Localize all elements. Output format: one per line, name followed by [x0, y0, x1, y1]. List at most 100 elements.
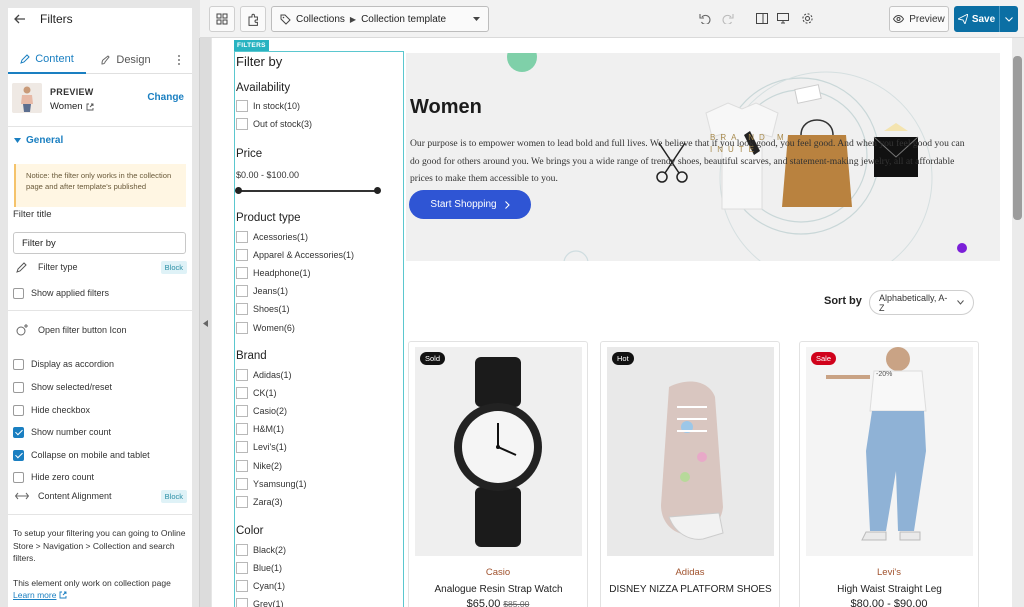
- price-slider-track[interactable]: [235, 187, 381, 194]
- filter-checkbox[interactable]: [236, 477, 248, 490]
- product-name[interactable]: Analogue Resin Strap Watch: [415, 583, 582, 596]
- price-min-handle[interactable]: [235, 187, 242, 194]
- checkbox[interactable]: [13, 358, 24, 370]
- preview-button[interactable]: Preview: [889, 6, 949, 32]
- product-name[interactable]: DISNEY NIZZA PLATFORM SHOES: [607, 583, 774, 596]
- start-shopping-button[interactable]: Start Shopping: [409, 190, 531, 219]
- filter-checkbox[interactable]: [236, 99, 248, 112]
- filter-checkbox[interactable]: [236, 266, 248, 279]
- product-type-heading[interactable]: Product type: [236, 212, 301, 224]
- filter-option[interactable]: Levi's(1): [236, 441, 287, 454]
- tab-design[interactable]: Design: [86, 46, 166, 74]
- filter-option[interactable]: H&M(1): [236, 423, 284, 436]
- filter-checkbox[interactable]: [236, 598, 248, 607]
- filter-checkbox[interactable]: [236, 321, 248, 334]
- checkbox[interactable]: [13, 449, 24, 461]
- section-general-toggle[interactable]: General: [14, 135, 63, 146]
- option-checkbox-row[interactable]: Display as accordion: [13, 356, 187, 372]
- content-alignment-row[interactable]: Content Alignment Block: [13, 488, 187, 504]
- filter-checkbox[interactable]: [236, 579, 248, 592]
- filter-option[interactable]: Apparel & Accessories(1): [236, 248, 354, 261]
- filter-option[interactable]: Jeans(1): [236, 285, 288, 298]
- filter-checkbox[interactable]: [236, 459, 248, 472]
- open-filter-icon-row[interactable]: Open filter button Icon: [13, 322, 187, 338]
- product-name[interactable]: High Waist Straight Leg: [806, 583, 973, 596]
- layout-grid-button[interactable]: [209, 6, 235, 32]
- color-heading[interactable]: Color: [236, 525, 263, 537]
- filter-option[interactable]: Ysamsung(1): [236, 477, 307, 490]
- checkbox[interactable]: [13, 471, 24, 483]
- product-card[interactable]: Hot Adidas DISNEY NIZZA PLATFORM SHOES: [600, 341, 780, 607]
- product-image[interactable]: [806, 347, 973, 556]
- filter-option[interactable]: Blue(1): [236, 561, 282, 574]
- tab-content[interactable]: Content: [8, 46, 86, 74]
- undo-icon[interactable]: [699, 13, 711, 24]
- filter-checkbox[interactable]: [236, 386, 248, 399]
- filter-option[interactable]: Zara(3): [236, 495, 283, 508]
- filter-option[interactable]: Out of stock(3): [236, 118, 312, 131]
- option-checkbox-row[interactable]: Show number count: [13, 424, 187, 440]
- show-applied-filters-checkbox[interactable]: Show applied filters: [13, 285, 187, 301]
- collapse-panel-handle[interactable]: [199, 38, 211, 607]
- gear-icon[interactable]: [801, 12, 814, 25]
- filter-checkbox[interactable]: [236, 543, 248, 556]
- filter-checkbox[interactable]: [236, 423, 248, 436]
- filter-option[interactable]: Cyan(1): [236, 579, 285, 592]
- redo-icon[interactable]: [722, 13, 734, 24]
- filter-option[interactable]: Headphone(1): [236, 266, 311, 279]
- product-card[interactable]: Sale -20% Levi's High Waist Straight Leg…: [799, 341, 979, 607]
- desktop-view-icon[interactable]: [777, 13, 789, 24]
- price-heading[interactable]: Price: [236, 148, 262, 160]
- price-max-handle[interactable]: [374, 187, 381, 194]
- filter-checkbox[interactable]: [236, 285, 248, 298]
- filter-checkbox[interactable]: [236, 118, 248, 130]
- filter-checkbox[interactable]: [236, 303, 248, 316]
- filter-option[interactable]: Women(6): [236, 321, 295, 334]
- product-brand[interactable]: Casio: [409, 567, 587, 578]
- filter-title-input[interactable]: Filter by: [13, 232, 186, 254]
- filter-option[interactable]: Adidas(1): [236, 368, 292, 381]
- filter-checkbox[interactable]: [236, 368, 248, 381]
- option-checkbox-row[interactable]: Hide zero count: [13, 469, 187, 485]
- save-options-dropdown[interactable]: [1000, 16, 1018, 22]
- sort-select[interactable]: Alphabetically, A-Z: [869, 290, 974, 315]
- checkbox[interactable]: [13, 287, 24, 299]
- change-button[interactable]: Change: [147, 92, 184, 103]
- filter-option[interactable]: Casio(2): [236, 404, 287, 417]
- filter-option[interactable]: CK(1): [236, 386, 277, 399]
- option-checkbox-row[interactable]: Show selected/reset: [13, 379, 187, 395]
- option-checkbox-row[interactable]: Collapse on mobile and tablet: [13, 447, 187, 463]
- brand-heading[interactable]: Brand: [236, 350, 267, 362]
- puzzle-button[interactable]: [240, 6, 266, 32]
- checkbox[interactable]: [13, 381, 24, 393]
- filter-option[interactable]: Grey(1): [236, 598, 284, 607]
- product-image[interactable]: [415, 347, 582, 556]
- filter-option[interactable]: Nike(2): [236, 459, 282, 472]
- checkbox[interactable]: [13, 404, 24, 416]
- filter-checkbox[interactable]: [236, 404, 248, 417]
- filter-option[interactable]: Acessories(1): [236, 230, 308, 243]
- filter-checkbox[interactable]: [236, 248, 248, 261]
- filter-option[interactable]: Shoes(1): [236, 303, 290, 316]
- filter-checkbox[interactable]: [236, 561, 248, 574]
- availability-heading[interactable]: Availability: [236, 82, 290, 94]
- preview-value[interactable]: Women: [50, 101, 94, 112]
- filter-option[interactable]: In stock(10): [236, 99, 300, 112]
- product-card[interactable]: Sold Casio Analogue Resin Strap Watch $6…: [408, 341, 588, 607]
- product-image[interactable]: [607, 347, 774, 556]
- back-arrow-icon[interactable]: [14, 14, 26, 24]
- filter-checkbox[interactable]: [236, 441, 248, 454]
- checkbox[interactable]: [13, 426, 24, 438]
- product-brand[interactable]: Levi's: [800, 567, 978, 578]
- more-options-icon[interactable]: [166, 46, 192, 74]
- sidebar-toggle-icon[interactable]: [756, 13, 768, 24]
- template-selector[interactable]: Collections ▶ Collection template: [271, 6, 489, 32]
- filter-checkbox[interactable]: [236, 495, 248, 508]
- product-brand[interactable]: Adidas: [601, 567, 779, 578]
- filter-option[interactable]: Black(2): [236, 543, 286, 556]
- save-button[interactable]: Save: [954, 6, 1000, 32]
- filter-type-row[interactable]: Filter type Block: [13, 259, 187, 275]
- canvas-scroll-thumb[interactable]: [1013, 56, 1022, 220]
- filter-checkbox[interactable]: [236, 230, 248, 243]
- option-checkbox-row[interactable]: Hide checkbox: [13, 402, 187, 418]
